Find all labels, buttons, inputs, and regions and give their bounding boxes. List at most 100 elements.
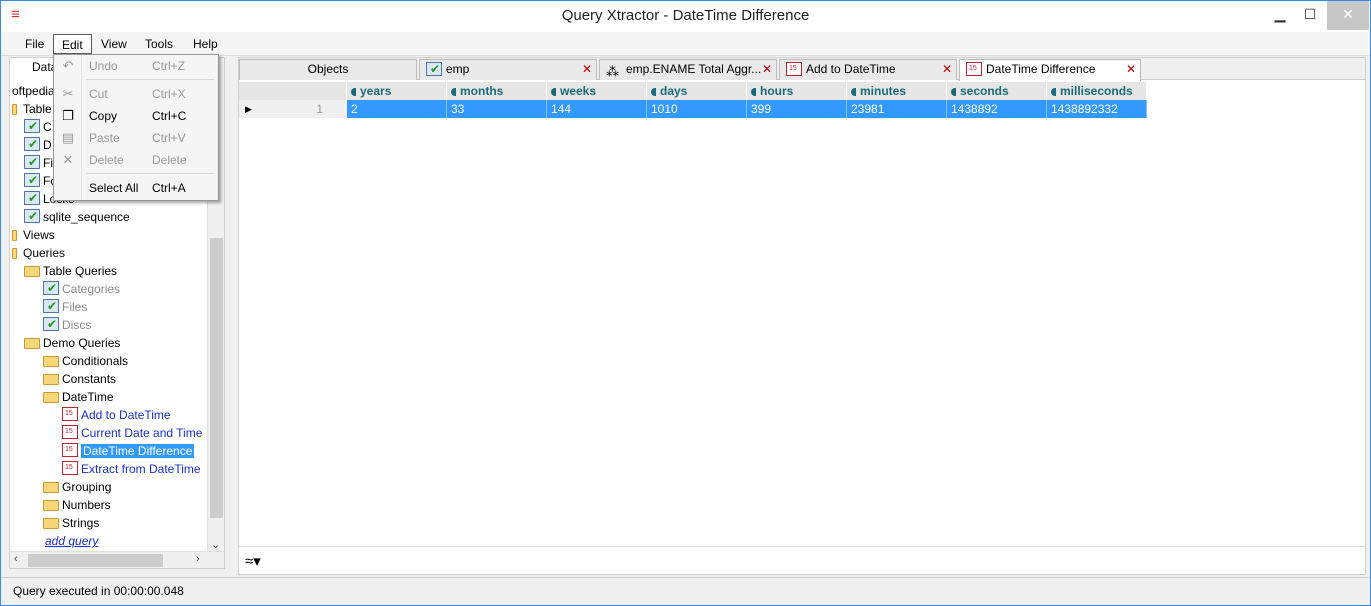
menu-help[interactable]: Help bbox=[185, 34, 226, 54]
chevron-left-icon[interactable]: ‹ bbox=[14, 553, 18, 565]
tree-table-item[interactable]: sqlite_sequence bbox=[24, 207, 130, 226]
tab-emp[interactable]: emp✕ bbox=[419, 59, 597, 80]
tree-table-item[interactable]: D bbox=[24, 135, 52, 154]
menu-item-copy[interactable]: ❐ Copy Ctrl+C bbox=[54, 105, 218, 127]
tab-emp-aggregate[interactable]: ⁂ emp.ENAME Total Aggr... ✕ bbox=[599, 59, 777, 80]
grid-cell[interactable]: 1438892 bbox=[947, 100, 1047, 118]
tree-table-query[interactable]: Categories bbox=[43, 279, 120, 298]
chevron-right-icon[interactable]: › bbox=[196, 553, 200, 565]
title-bar: ≡ Query Xtractor - DateTime Difference ▁… bbox=[1, 1, 1370, 32]
tree-folder-grouping[interactable]: Grouping bbox=[43, 478, 111, 496]
column-header[interactable]: days bbox=[647, 82, 747, 100]
tree-query-extract-from-datetime[interactable]: Extract from DateTime bbox=[62, 460, 201, 478]
tab-objects[interactable]: Objects bbox=[239, 59, 417, 80]
column-icon bbox=[351, 88, 356, 96]
chevron-down-icon[interactable]: ⌄ bbox=[211, 538, 220, 551]
menu-tools[interactable]: Tools bbox=[137, 34, 181, 54]
table-icon bbox=[24, 207, 40, 225]
menu-edit[interactable]: Edit bbox=[53, 34, 92, 54]
calendar-icon bbox=[62, 407, 78, 421]
tree-table-query[interactable]: Discs bbox=[43, 315, 91, 334]
current-row-arrow-icon: ▶ bbox=[245, 104, 252, 114]
tree-folder-demo-queries[interactable]: Demo Queries bbox=[24, 334, 120, 352]
grid-cell[interactable]: 2 bbox=[347, 100, 447, 118]
table-icon bbox=[43, 279, 59, 297]
column-header[interactable]: milliseconds bbox=[1047, 82, 1147, 100]
grid-cell[interactable]: 399 bbox=[747, 100, 847, 118]
column-header[interactable]: weeks bbox=[547, 82, 647, 100]
menu-file[interactable]: File bbox=[17, 34, 52, 54]
row-header[interactable]: ▶ 1 bbox=[239, 100, 347, 118]
menu-item-undo[interactable]: ↶ Undo Ctrl+Z bbox=[54, 55, 218, 77]
tree-query-datetime-difference[interactable]: DateTime Difference bbox=[62, 442, 195, 460]
tree-folder-table-queries[interactable]: Table Queries bbox=[24, 262, 117, 280]
tree-folder-constants[interactable]: Constants bbox=[43, 370, 116, 388]
table-icon bbox=[24, 171, 40, 189]
menu-item-select-all[interactable]: Select All Ctrl+A bbox=[54, 177, 218, 199]
tree-views-group[interactable]: Views bbox=[12, 226, 55, 244]
close-tab-icon[interactable]: ✕ bbox=[942, 60, 952, 79]
column-header[interactable]: seconds bbox=[947, 82, 1047, 100]
status-text: Query executed in 00:00:00.048 bbox=[13, 584, 184, 598]
tab-datetime-difference[interactable]: DateTime Difference✕ bbox=[959, 59, 1141, 81]
add-query-link[interactable]: add query bbox=[45, 532, 98, 550]
tree-table-item[interactable]: Fi bbox=[24, 153, 53, 172]
copy-icon: ❐ bbox=[62, 108, 74, 123]
undo-icon: ↶ bbox=[62, 58, 74, 73]
column-header[interactable]: hours bbox=[747, 82, 847, 100]
folder-icon bbox=[43, 518, 59, 529]
tree-table-item[interactable]: C bbox=[24, 117, 52, 136]
menu-bar: File Edit View Tools Help bbox=[1, 32, 1370, 56]
column-icon bbox=[751, 88, 756, 96]
menu-separator bbox=[86, 173, 214, 174]
tree-tables-group[interactable]: Table bbox=[12, 100, 52, 118]
column-icon bbox=[1051, 88, 1056, 96]
column-header[interactable]: months bbox=[447, 82, 547, 100]
table-icon bbox=[24, 117, 40, 135]
document-tabs: Objects emp✕ ⁂emp.ENAME Total Aggr...✕ A… bbox=[239, 58, 1365, 81]
folder-icon bbox=[43, 356, 59, 367]
status-bar: Query executed in 00:00:00.048 bbox=[1, 577, 1370, 605]
tree-horizontal-scrollbar[interactable]: ‹ › bbox=[10, 551, 224, 568]
tree-query-add-to-datetime[interactable]: Add to DateTime bbox=[62, 406, 171, 424]
tree-table-query[interactable]: Files bbox=[43, 297, 87, 316]
edit-menu-dropdown: ↶ Undo Ctrl+Z ✂ Cut Ctrl+X ❐ Copy Ctrl+C… bbox=[53, 54, 219, 201]
tree-query-current-date-time[interactable]: Current Date and Time bbox=[62, 424, 202, 442]
close-button[interactable]: ✕ bbox=[1327, 1, 1369, 30]
tree-root[interactable]: oftpedia bbox=[12, 82, 55, 100]
tab-add-to-datetime[interactable]: Add to DateTime✕ bbox=[779, 59, 957, 80]
close-tab-icon[interactable]: ✕ bbox=[762, 60, 772, 79]
table-icon bbox=[24, 153, 40, 171]
calendar-icon bbox=[62, 461, 78, 475]
tree-folder-strings[interactable]: Strings bbox=[43, 514, 99, 532]
tree-folder-numbers[interactable]: Numbers bbox=[43, 496, 111, 514]
folder-icon bbox=[24, 266, 40, 277]
column-header[interactable]: minutes bbox=[847, 82, 947, 100]
tree-folder-datetime[interactable]: DateTime bbox=[43, 388, 114, 406]
grid-cell[interactable]: 23981 bbox=[847, 100, 947, 118]
filter-menu-icon[interactable]: ≈▾ bbox=[245, 552, 261, 570]
close-tab-icon[interactable]: ✕ bbox=[582, 60, 592, 79]
grid-cell[interactable]: 33 bbox=[447, 100, 547, 118]
minimize-button[interactable]: ▁ bbox=[1265, 1, 1295, 30]
table-icon bbox=[24, 135, 40, 153]
grid-cell[interactable]: 144 bbox=[547, 100, 647, 118]
column-header[interactable]: years bbox=[347, 82, 447, 100]
menu-item-paste[interactable]: ▤ Paste Ctrl+V bbox=[54, 127, 218, 149]
scroll-thumb[interactable] bbox=[210, 238, 223, 518]
folder-icon bbox=[43, 374, 59, 385]
table-icon bbox=[426, 60, 442, 79]
maximize-button[interactable]: ☐ bbox=[1295, 1, 1325, 30]
grid-cell[interactable]: 1438892332 bbox=[1047, 100, 1147, 118]
grid-corner bbox=[239, 82, 347, 100]
menu-view[interactable]: View bbox=[93, 34, 135, 54]
grid-cell[interactable]: 1010 bbox=[647, 100, 747, 118]
menu-item-delete[interactable]: ✕ Delete Delete bbox=[54, 149, 218, 171]
tree-folder-conditionals[interactable]: Conditionals bbox=[43, 352, 128, 370]
table-icon bbox=[24, 189, 40, 207]
close-tab-icon[interactable]: ✕ bbox=[1126, 60, 1136, 79]
tree-queries-group[interactable]: Queries bbox=[12, 244, 65, 262]
scroll-thumb[interactable] bbox=[28, 554, 163, 567]
menu-item-cut[interactable]: ✂ Cut Ctrl+X bbox=[54, 83, 218, 105]
app-window: ≡ Query Xtractor - DateTime Difference ▁… bbox=[0, 0, 1371, 606]
